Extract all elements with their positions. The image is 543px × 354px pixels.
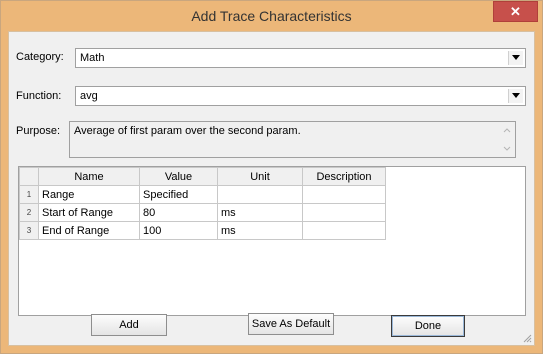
resize-grip-icon[interactable]: [522, 333, 532, 343]
purpose-scrollbar[interactable]: [499, 122, 515, 157]
cell-description[interactable]: [302, 221, 386, 240]
cell-value[interactable]: 80: [139, 203, 218, 222]
table-row[interactable]: 3 End of Range 100 ms: [19, 221, 386, 240]
column-header-description[interactable]: Description: [302, 167, 386, 186]
function-label: Function:: [16, 90, 62, 102]
parameters-table: Name Value Unit Description 1 Range Spec…: [19, 167, 386, 240]
dialog-title: Add Trace Characteristics: [191, 8, 352, 24]
cell-name[interactable]: Start of Range: [38, 203, 140, 222]
dialog-window: Add Trace Characteristics ✕ Category: Ma…: [0, 0, 543, 354]
cell-value[interactable]: Specified: [139, 185, 218, 204]
function-dropdown[interactable]: avg: [75, 86, 526, 106]
add-button[interactable]: Add: [91, 314, 167, 336]
cell-value[interactable]: 100: [139, 221, 218, 240]
cell-unit[interactable]: [217, 185, 303, 204]
cell-description[interactable]: [302, 185, 386, 204]
close-button[interactable]: ✕: [493, 1, 538, 22]
function-value: avg: [80, 90, 98, 102]
grid-corner: [19, 167, 39, 186]
column-header-unit[interactable]: Unit: [217, 167, 303, 186]
cell-name[interactable]: End of Range: [38, 221, 140, 240]
category-dropdown[interactable]: Math: [75, 48, 526, 68]
purpose-label: Purpose:: [16, 125, 61, 137]
parameters-grid[interactable]: Name Value Unit Description 1 Range Spec…: [18, 166, 526, 316]
save-as-default-button[interactable]: Save As Default: [248, 313, 334, 335]
column-header-value[interactable]: Value: [139, 167, 218, 186]
title-bar[interactable]: Add Trace Characteristics ✕: [1, 1, 542, 31]
purpose-text: Average of first param over the second p…: [74, 125, 301, 137]
cell-unit[interactable]: ms: [217, 203, 303, 222]
row-number: 3: [19, 221, 39, 240]
row-number: 2: [19, 203, 39, 222]
chevron-down-icon[interactable]: [508, 51, 523, 65]
cell-unit[interactable]: ms: [217, 221, 303, 240]
chevron-down-icon[interactable]: [508, 89, 523, 103]
table-row[interactable]: 2 Start of Range 80 ms: [19, 203, 386, 222]
row-number: 1: [19, 185, 39, 204]
cell-description[interactable]: [302, 203, 386, 222]
category-label: Category:: [16, 51, 64, 63]
done-button[interactable]: Done: [391, 315, 465, 337]
dialog-body: Category: Math Function: avg Purpose: Av…: [8, 31, 535, 346]
column-header-name[interactable]: Name: [38, 167, 140, 186]
purpose-field: Average of first param over the second p…: [69, 121, 516, 158]
cell-name[interactable]: Range: [38, 185, 140, 204]
table-row[interactable]: 1 Range Specified: [19, 185, 386, 204]
category-value: Math: [80, 52, 105, 64]
